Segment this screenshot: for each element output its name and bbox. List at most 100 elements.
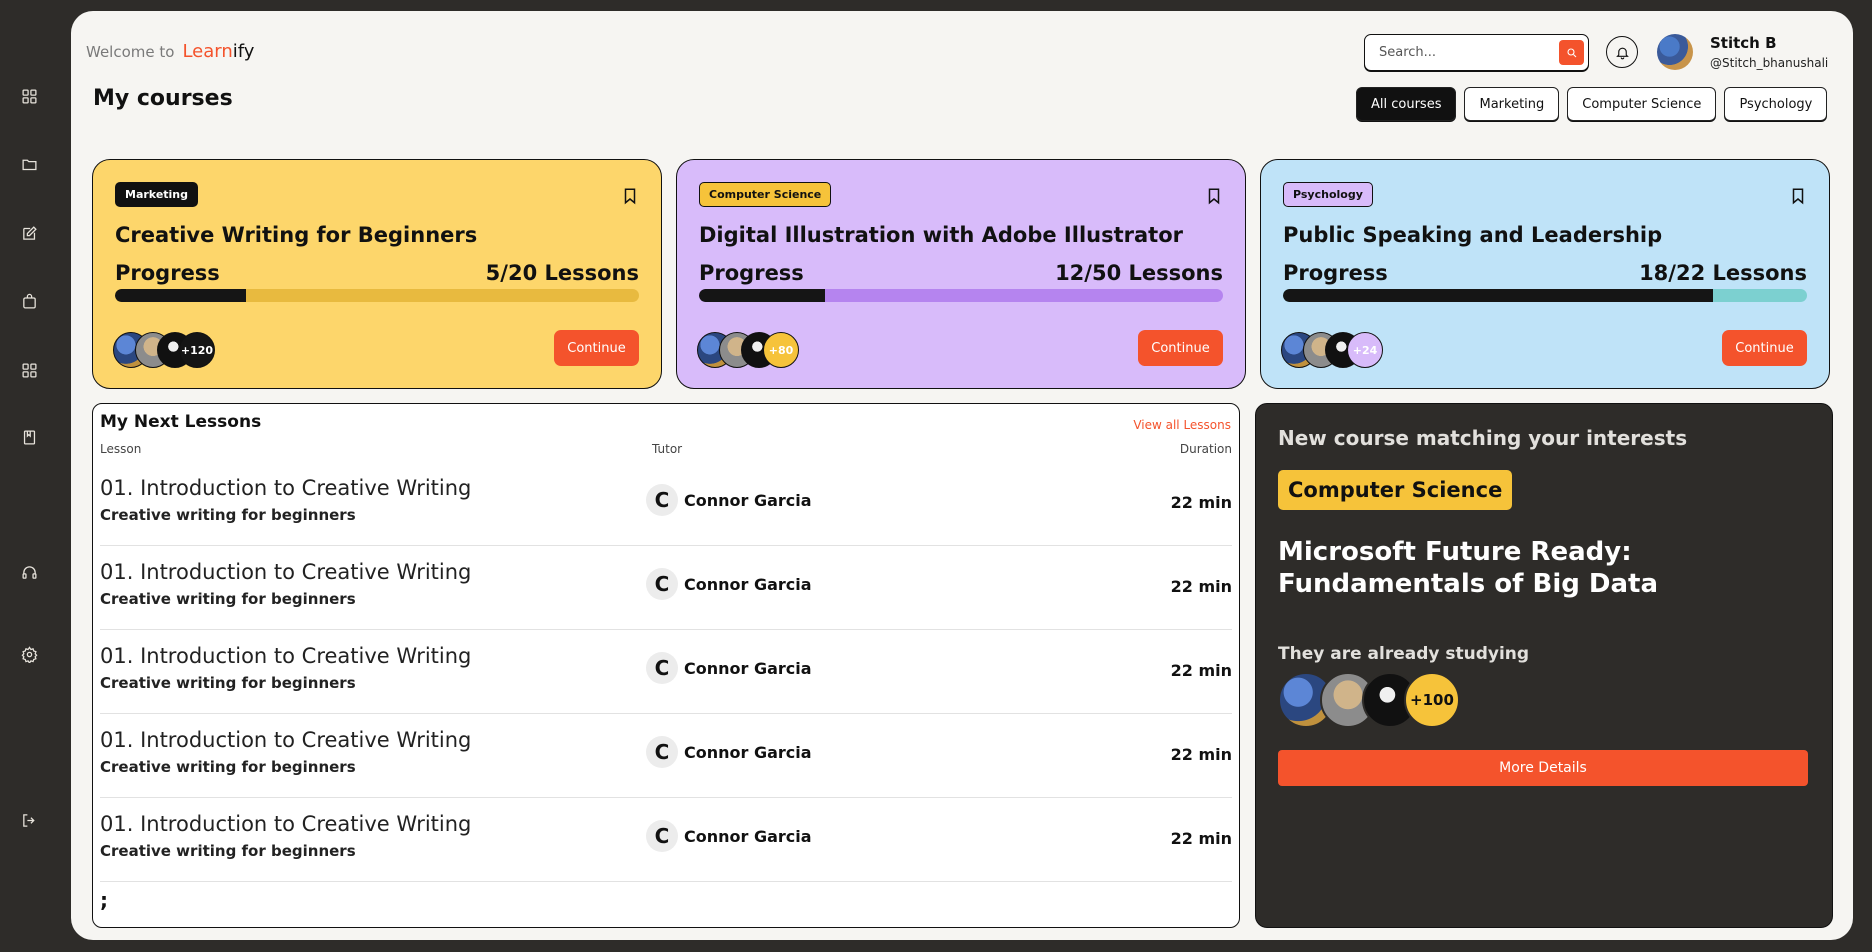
sidebar: [0, 0, 60, 952]
bag-icon[interactable]: [17, 289, 41, 313]
progress-fill: [699, 289, 825, 302]
progress-fill: [115, 289, 246, 302]
course-tag: Computer Science: [699, 182, 832, 207]
table-row[interactable]: 01. Introduction to Creative Writing Cre…: [100, 462, 1232, 546]
student-avatars: +24: [1281, 332, 1383, 368]
filter-all-courses[interactable]: All courses: [1356, 87, 1457, 121]
progress-bar: [1283, 289, 1807, 302]
studying-label: They are already studying: [1278, 644, 1530, 664]
more-details-button[interactable]: More Details: [1278, 750, 1808, 786]
lesson-duration: 22 min: [1170, 829, 1232, 848]
promo-course-title: Microsoft Future Ready: Fundamentals of …: [1278, 537, 1659, 599]
course-card-psychology[interactable]: Psychology Public Speaking and Leadershi…: [1260, 159, 1830, 389]
filter-computer-science[interactable]: Computer Science: [1567, 87, 1717, 121]
notification-button[interactable]: [1606, 36, 1638, 68]
lesson-title: 01. Introduction to Creative Writing: [100, 812, 472, 836]
welcome-text: Welcome to: [86, 43, 175, 61]
page-title: My courses: [93, 86, 233, 111]
tutor-avatar: C: [646, 736, 678, 768]
course-title: Public Speaking and Leadership: [1283, 223, 1663, 247]
settings-icon[interactable]: [17, 642, 41, 666]
header-duration: Duration: [1179, 442, 1232, 456]
lesson-subtitle: Creative writing for beginners: [100, 842, 356, 860]
main-panel: Welcome to Learnify My courses Stitch B …: [71, 11, 1853, 940]
bell-icon: [1615, 47, 1629, 59]
header-tutor: Tutor: [652, 442, 683, 456]
table-row[interactable]: 01. Introduction to Creative Writing Cre…: [100, 714, 1232, 798]
student-count-badge: +24: [1347, 332, 1383, 368]
lesson-title: 01. Introduction to Creative Writing: [100, 644, 472, 668]
view-all-lessons-link[interactable]: View all Lessons: [1133, 418, 1231, 432]
search-input[interactable]: [1379, 45, 1549, 60]
bookmark-icon[interactable]: [1205, 186, 1223, 210]
lesson-title: 01. Introduction to Creative Writing: [100, 560, 472, 584]
progress-label: Progress: [699, 261, 804, 285]
student-count-badge: +100: [1404, 672, 1460, 728]
lesson-duration: 22 min: [1170, 577, 1232, 596]
progress-label: Progress: [115, 261, 220, 285]
progress-bar: [115, 289, 639, 302]
course-card-computer-science[interactable]: Computer Science Digital Illustration wi…: [676, 159, 1246, 389]
stray-text: ;: [100, 888, 108, 912]
tutor-avatar: C: [646, 652, 678, 684]
bookmark-icon[interactable]: [621, 186, 639, 210]
header-lesson: Lesson: [100, 442, 142, 456]
logout-icon[interactable]: [17, 808, 41, 832]
lesson-subtitle: Creative writing for beginners: [100, 506, 356, 524]
bookmark-icon[interactable]: [1789, 186, 1807, 210]
course-recommendation-panel: New course matching your interests Compu…: [1255, 403, 1833, 928]
user-handle: @Stitch_bhanushali: [1710, 56, 1829, 70]
tutor-avatar: C: [646, 484, 678, 516]
book-icon[interactable]: [17, 425, 41, 449]
brand-logo: Learnify: [182, 41, 255, 62]
student-avatars: +120: [113, 332, 215, 368]
edit-icon[interactable]: [17, 221, 41, 245]
lesson-subtitle: Creative writing for beginners: [100, 758, 356, 776]
user-avatar[interactable]: [1657, 34, 1693, 70]
course-filters: All courses Marketing Computer Science P…: [1356, 87, 1828, 121]
next-lessons-panel: My Next Lessons View all Lessons Lesson …: [92, 403, 1240, 928]
promo-heading: New course matching your interests: [1278, 426, 1688, 450]
course-tag: Marketing: [115, 182, 199, 207]
lesson-duration: 22 min: [1170, 661, 1232, 680]
folder-icon[interactable]: [17, 152, 41, 176]
headphones-icon[interactable]: [17, 560, 41, 584]
course-title: Creative Writing for Beginners: [115, 223, 478, 247]
progress-label: Progress: [1283, 261, 1388, 285]
table-row[interactable]: 01. Introduction to Creative Writing Cre…: [100, 798, 1232, 882]
tutor-name: Connor Garcia: [684, 490, 812, 510]
search-box[interactable]: [1364, 34, 1589, 71]
lessons-table-header: Lesson Tutor Duration: [100, 436, 1232, 462]
lesson-duration: 22 min: [1170, 745, 1232, 764]
welcome-header: Welcome to Learnify: [86, 41, 254, 62]
student-avatars: +100: [1278, 672, 1810, 728]
continue-button[interactable]: Continue: [554, 330, 639, 366]
tutor-name: Connor Garcia: [684, 658, 812, 678]
filter-marketing[interactable]: Marketing: [1464, 87, 1560, 121]
course-tag: Psychology: [1283, 182, 1373, 207]
apps-icon[interactable]: [17, 358, 41, 382]
continue-button[interactable]: Continue: [1722, 330, 1807, 366]
lessons-title: My Next Lessons: [100, 412, 262, 432]
continue-button[interactable]: Continue: [1138, 330, 1223, 366]
tutor-name: Connor Garcia: [684, 742, 812, 762]
tutor-avatar: C: [646, 568, 678, 600]
tutor-name: Connor Garcia: [684, 826, 812, 846]
tutor-avatar: C: [646, 820, 678, 852]
table-row[interactable]: 01. Introduction to Creative Writing Cre…: [100, 546, 1232, 630]
search-button[interactable]: [1559, 40, 1584, 65]
lesson-title: 01. Introduction to Creative Writing: [100, 728, 472, 752]
student-count-badge: +120: [179, 332, 215, 368]
course-card-marketing[interactable]: Marketing Creative Writing for Beginners…: [92, 159, 662, 389]
progress-fill: [1283, 289, 1713, 302]
lesson-title: 01. Introduction to Creative Writing: [100, 476, 472, 500]
filter-psychology[interactable]: Psychology: [1724, 87, 1828, 121]
lesson-subtitle: Creative writing for beginners: [100, 674, 356, 692]
lessons-count: 12/50 Lessons: [1055, 261, 1223, 285]
course-title: Digital Illustration with Adobe Illustra…: [699, 223, 1183, 247]
lesson-subtitle: Creative writing for beginners: [100, 590, 356, 608]
dashboard-icon[interactable]: [17, 84, 41, 108]
table-row[interactable]: 01. Introduction to Creative Writing Cre…: [100, 630, 1232, 714]
student-count-badge: +80: [763, 332, 799, 368]
search-icon: [1566, 47, 1576, 57]
